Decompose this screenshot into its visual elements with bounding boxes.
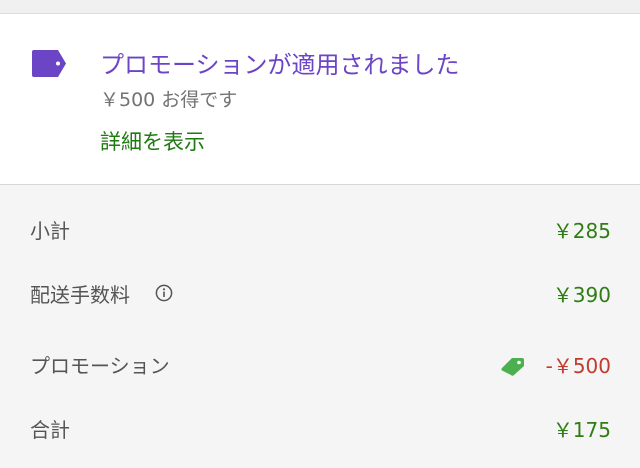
green-tag-icon xyxy=(501,358,524,376)
total-label: 合計 xyxy=(30,418,70,442)
subtotal-row: 小計 ￥285 xyxy=(0,207,640,247)
total-value: ￥175 xyxy=(552,418,611,442)
subtotal-value: ￥285 xyxy=(552,219,611,243)
delivery-fee-label: 配送手数料 xyxy=(30,283,130,307)
total-row: 合計 ￥175 xyxy=(0,406,640,446)
view-details-link[interactable]: 詳細を表示 xyxy=(100,126,205,156)
price-summary: 小計 ￥285 配送手数料 ￥390 プロモーション -￥500 合計 ￥175 xyxy=(0,185,640,468)
promotion-title: プロモーションが適用されました xyxy=(100,51,460,79)
subtotal-label: 小計 xyxy=(30,219,70,243)
delivery-fee-value: ￥390 xyxy=(552,283,611,307)
promotion-saving: ￥500 お得です xyxy=(100,89,238,111)
price-tag-icon xyxy=(32,50,66,77)
promotion-card: プロモーションが適用されました ￥500 お得です 詳細を表示 xyxy=(0,14,640,184)
promotion-row: プロモーション -￥500 xyxy=(0,342,640,382)
top-edge-strip xyxy=(0,0,640,14)
promotion-label: プロモーション xyxy=(30,354,170,378)
delivery-fee-row: 配送手数料 ￥390 xyxy=(0,271,640,311)
info-icon[interactable] xyxy=(155,284,173,302)
promotion-discount-value: -￥500 xyxy=(545,354,611,378)
